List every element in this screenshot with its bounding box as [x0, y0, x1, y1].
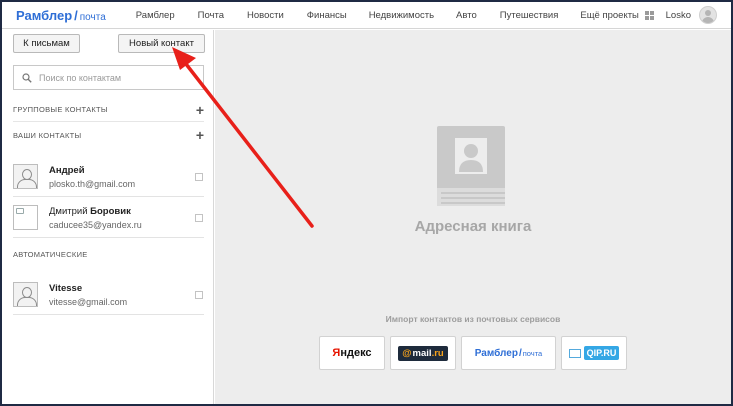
contact-last-name: Боровик [90, 205, 131, 217]
contact-name: Андрей [49, 164, 85, 176]
your-contacts-title: ВАШИ КОНТАКТЫ [13, 130, 82, 140]
nav-news[interactable]: Новости [247, 10, 284, 21]
contact-avatar-icon [13, 164, 38, 189]
back-to-mail-button[interactable]: К письмам [13, 34, 80, 53]
contacts-sidebar: К письмам Новый контакт ГРУППОВЫЕ КОНТАК… [2, 30, 214, 404]
logo-service: почта [79, 11, 106, 23]
import-rambler-button[interactable]: Рамблер / почта [461, 336, 556, 370]
add-group-plus-icon[interactable]: + [196, 103, 204, 117]
nav-rambler[interactable]: Рамблер [136, 10, 175, 21]
new-contact-button[interactable]: Новый контакт [118, 34, 205, 53]
top-nav: Рамблер Почта Новости Финансы Недвижимос… [136, 10, 654, 21]
contact-search[interactable] [13, 65, 204, 90]
username[interactable]: Losko [666, 10, 691, 21]
yandex-logo: Яндекс [332, 347, 372, 359]
rambler-mail-logo[interactable]: Рамблер / почта [16, 8, 106, 23]
contact-email: plosko.th@gmail.com [49, 178, 136, 189]
contact-checkbox[interactable] [195, 172, 203, 181]
user-avatar-icon[interactable] [699, 6, 717, 24]
nav-mail[interactable]: Почта [198, 10, 224, 21]
contact-checkbox[interactable] [195, 213, 203, 222]
automatic-section: АВТОМАТИЧЕСКИЕ [13, 242, 204, 266]
search-icon [22, 72, 32, 83]
contact-name: Vitesse [49, 282, 83, 294]
group-contacts-section: ГРУППОВЫЕ КОНТАКТЫ + [13, 98, 204, 122]
logo-slash: / [74, 7, 78, 23]
address-book-title: Адресная книга [414, 218, 532, 235]
envelope-icon [568, 348, 581, 358]
import-yandex-button[interactable]: Яндекс [319, 336, 385, 370]
address-book-icon [437, 126, 505, 206]
search-input[interactable] [39, 72, 189, 83]
contact-email: caducee35@yandex.ru [49, 219, 142, 230]
nav-finance[interactable]: Финансы [307, 10, 347, 21]
qip-logo: QIP.RU [568, 346, 620, 360]
grid-menu-icon[interactable] [644, 10, 654, 20]
add-contact-plus-icon[interactable]: + [196, 128, 204, 142]
import-caption: Импорт контактов из почтовых сервисов [385, 314, 561, 324]
user-menu[interactable]: Losko [666, 6, 717, 24]
group-contacts-title: ГРУППОВЫЕ КОНТАКТЫ [13, 105, 108, 114]
nav-realty[interactable]: Недвижимость [369, 10, 434, 21]
import-mailru-button[interactable]: @ mail .ru [390, 336, 456, 370]
contact-email: vitesse@gmail.com [49, 296, 128, 307]
contact-checkbox[interactable] [195, 290, 203, 299]
mailru-logo: @ mail .ru [398, 345, 448, 361]
contact-row[interactable]: Vitesse vitesse@gmail.com [13, 275, 204, 315]
nav-auto[interactable]: Авто [456, 10, 477, 21]
your-contacts-section: ВАШИ КОНТАКТЫ + [13, 123, 204, 147]
address-book-main: Адресная книга Импорт контактов из почто… [215, 30, 731, 404]
automatic-title: АВТОМАТИЧЕСКИЕ [13, 249, 88, 259]
contact-row[interactable]: Андрей plosko.th@gmail.com [13, 157, 204, 197]
top-bar: Рамблер / почта Рамблер Почта Новости Фи… [2, 2, 731, 29]
broken-image-icon [13, 205, 38, 230]
nav-travel[interactable]: Путешествия [500, 10, 559, 21]
logo-brand: Рамблер [16, 7, 73, 23]
rambler-logo: Рамблер / почта [474, 347, 543, 359]
contact-avatar-icon [13, 282, 38, 307]
contact-row[interactable]: Дмитрий Боровик caducee35@yandex.ru [13, 198, 204, 238]
import-services: Яндекс @ mail .ru Рамблер / почта QIP.RU [319, 336, 627, 370]
import-qip-button[interactable]: QIP.RU [561, 336, 627, 370]
contact-first-name: Дмитрий [49, 205, 88, 217]
nav-more-projects[interactable]: Ещё проекты [580, 10, 639, 21]
